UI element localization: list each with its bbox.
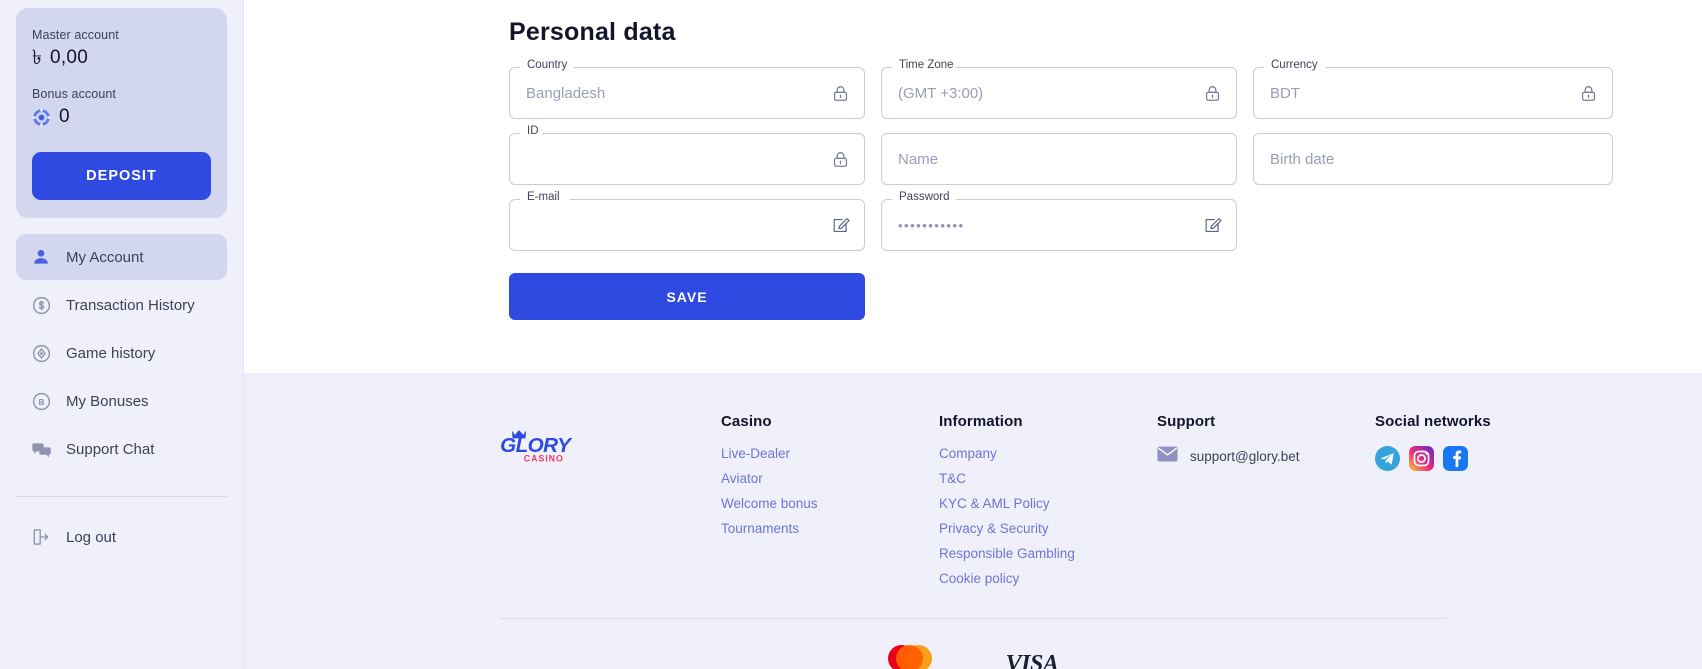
email-label: E-mail (527, 191, 560, 203)
footer-heading-social: Social networks (1375, 413, 1491, 430)
sidebar-item-label: Transaction History (66, 296, 195, 314)
master-account-label: Master account (32, 28, 119, 42)
payment-logos: mastercard VISA (244, 645, 1702, 669)
sidebar: Master account ৳ 0,00 Bonus account 0 DE… (0, 0, 244, 669)
email-field[interactable]: E-mail (509, 191, 865, 251)
currency-label: Currency (1271, 59, 1318, 71)
logout-icon (30, 526, 52, 548)
sidebar-item-my-bonuses[interactable]: B My Bonuses (16, 378, 227, 424)
bonus-account-label: Bonus account (32, 87, 116, 101)
footer-link-responsible-gambling[interactable]: Responsible Gambling (939, 546, 1157, 561)
main-content: Personal data Country Bangladesh Time Zo… (244, 0, 1702, 669)
sidebar-item-transaction-history[interactable]: Transaction History (16, 282, 227, 328)
sidebar-item-log-out[interactable]: Log out (16, 517, 227, 557)
footer-heading-information: Information (939, 413, 1023, 430)
support-email-row[interactable]: support@glory.bet (1157, 446, 1375, 467)
lock-icon (1203, 84, 1222, 103)
footer-column-information: Information Company T&C KYC & AML Policy… (939, 413, 1157, 596)
save-button[interactable]: SAVE (509, 273, 865, 320)
chip-icon (32, 108, 51, 127)
instagram-icon[interactable] (1409, 446, 1434, 471)
footer-link-cookie-policy[interactable]: Cookie policy (939, 571, 1157, 586)
sidebar-item-label: Support Chat (66, 440, 155, 458)
footer-link-tc[interactable]: T&C (939, 471, 1157, 486)
telegram-icon[interactable] (1375, 446, 1400, 471)
site-footer: GLORY CASINO Casino Live-Dealer Aviator … (244, 373, 1702, 669)
bonus-account-value: 0 (59, 106, 70, 127)
sidebar-item-label: My Account (66, 248, 144, 266)
footer-link-kyc-aml-policy[interactable]: KYC & AML Policy (939, 496, 1157, 511)
app-root: Master account ৳ 0,00 Bonus account 0 DE… (0, 0, 1702, 669)
game-history-icon (30, 342, 52, 364)
sidebar-item-support-chat[interactable]: Support Chat (16, 426, 227, 472)
footer-link-tournaments[interactable]: Tournaments (721, 521, 939, 536)
deposit-button[interactable]: DEPOSIT (32, 152, 211, 200)
social-links (1375, 446, 1491, 471)
timezone-label: Time Zone (899, 59, 954, 71)
footer-logo[interactable]: GLORY CASINO (499, 413, 721, 596)
visa-logo: VISA (1005, 651, 1059, 669)
glory-casino-logo: GLORY CASINO (500, 430, 574, 463)
user-icon (30, 246, 52, 268)
lock-icon (831, 150, 850, 169)
id-field[interactable]: ID (509, 125, 865, 185)
footer-divider (499, 618, 1447, 619)
timezone-value: (GMT +3:00) (898, 84, 984, 102)
edit-icon[interactable] (1203, 216, 1222, 235)
facebook-icon[interactable] (1443, 446, 1468, 471)
sidebar-item-label: Game history (66, 344, 156, 362)
mastercard-logo: mastercard (887, 645, 932, 669)
country-label: Country (527, 59, 568, 71)
birth-date-field[interactable]: Birth date (1253, 133, 1613, 185)
birth-date-input[interactable]: Birth date (1270, 151, 1598, 168)
chat-icon (30, 438, 52, 460)
footer-column-support: Support support@glory.bet (1157, 413, 1375, 596)
svg-text:B: B (38, 397, 44, 407)
id-label: ID (527, 125, 539, 137)
currency-value: BDT (1270, 84, 1300, 102)
lock-icon (1579, 84, 1598, 103)
transaction-icon (30, 294, 52, 316)
master-account-balance: ৳ 0,00 (32, 47, 211, 69)
footer-link-live-dealer[interactable]: Live-Dealer (721, 446, 939, 461)
sidebar-divider (16, 496, 227, 497)
taka-currency-icon: ৳ (32, 47, 42, 69)
name-input[interactable]: Name (898, 151, 1222, 168)
footer-link-welcome-bonus[interactable]: Welcome bonus (721, 496, 939, 511)
master-account-value: 0,00 (49, 47, 89, 68)
footer-columns: GLORY CASINO Casino Live-Dealer Aviator … (499, 413, 1642, 596)
footer-link-company[interactable]: Company (939, 446, 1157, 461)
bonus-icon: B (30, 390, 52, 412)
sidebar-item-label: My Bonuses (66, 392, 149, 410)
country-field[interactable]: Country Bangladesh (509, 59, 865, 119)
logout-label: Log out (66, 528, 117, 546)
footer-link-privacy-security[interactable]: Privacy & Security (939, 521, 1157, 536)
currency-field[interactable]: Currency BDT (1253, 59, 1613, 119)
password-label: Password (899, 191, 950, 203)
footer-column-casino: Casino Live-Dealer Aviator Welcome bonus… (721, 413, 939, 596)
support-email: support@glory.bet (1190, 449, 1300, 464)
name-field[interactable]: Name (881, 133, 1237, 185)
sidebar-item-game-history[interactable]: Game history (16, 330, 227, 376)
bonus-account-balance: 0 (32, 106, 211, 128)
footer-link-aviator[interactable]: Aviator (721, 471, 939, 486)
sidebar-item-my-account[interactable]: My Account (16, 234, 227, 280)
timezone-field[interactable]: Time Zone (GMT +3:00) (881, 59, 1237, 119)
country-value: Bangladesh (526, 84, 606, 102)
footer-heading-casino: Casino (721, 413, 772, 430)
personal-data-form: Country Bangladesh Time Zone (GMT +3:00) (509, 59, 1623, 320)
password-field[interactable]: Password ••••••••••• (881, 191, 1237, 251)
page-title: Personal data (509, 18, 676, 46)
personal-data-section: Personal data Country Bangladesh Time Zo… (244, 0, 1702, 373)
svg-text:CASINO: CASINO (524, 453, 564, 463)
footer-heading-support: Support (1157, 413, 1216, 430)
balance-card: Master account ৳ 0,00 Bonus account 0 DE… (16, 8, 227, 218)
mail-icon (1157, 446, 1178, 467)
sidebar-nav: My Account Transaction History Game hist… (16, 234, 227, 472)
footer-column-social: Social networks (1375, 413, 1491, 596)
lock-icon (831, 84, 850, 103)
edit-icon[interactable] (831, 216, 850, 235)
password-value: ••••••••••• (898, 217, 965, 233)
